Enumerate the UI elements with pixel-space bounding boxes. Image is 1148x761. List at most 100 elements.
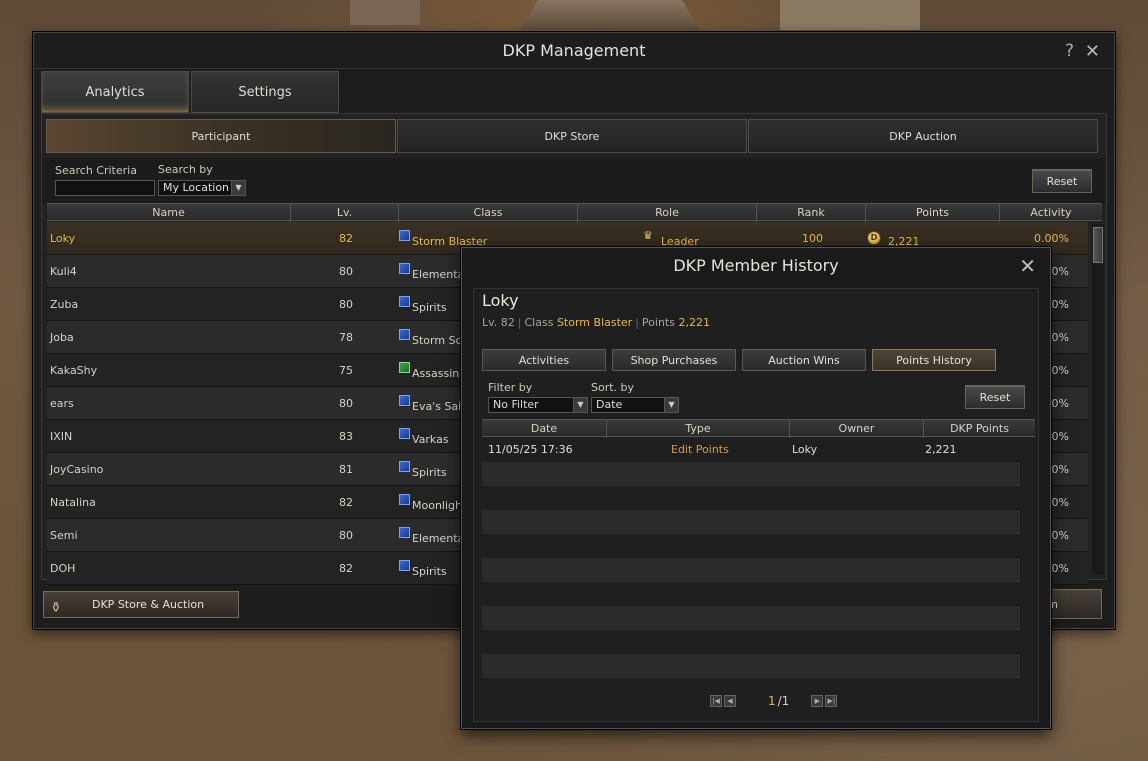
empty-row: [482, 534, 1020, 558]
history-type: Edit Points: [671, 443, 729, 456]
history-title: DKP Member History: [673, 256, 839, 275]
empty-row: [482, 630, 1020, 654]
background-stone: [350, 0, 420, 25]
header-class[interactable]: Class: [399, 204, 578, 222]
row-name: DOH: [50, 562, 76, 575]
header-role[interactable]: Role: [578, 204, 757, 222]
history-reset-button[interactable]: Reset: [965, 385, 1025, 409]
header-date[interactable]: Date: [482, 420, 607, 438]
next-page-icon[interactable]: ▶: [811, 695, 824, 707]
row-level: 82: [339, 232, 353, 245]
row-name: KakaShy: [50, 364, 98, 377]
background-stone: [780, 0, 920, 30]
row-level: 83: [339, 430, 353, 443]
row-level: 80: [339, 265, 353, 278]
table-scrollbar[interactable]: [1092, 224, 1104, 574]
close-icon[interactable]: ✕: [1085, 41, 1100, 62]
class-icon: [399, 461, 410, 472]
history-rows: 11/05/25 17:36 Edit Points Loky 2,221: [482, 438, 1020, 678]
sort-by-value: Date: [596, 398, 623, 411]
row-name: IXIN: [50, 430, 73, 443]
row-name: ears: [50, 397, 74, 410]
row-level: 82: [339, 496, 353, 509]
class-icon: [399, 329, 410, 340]
prev-page-icon[interactable]: ◀: [724, 695, 736, 707]
dkp-store-auction-button[interactable]: ⚱ DKP Store & Auction: [43, 591, 239, 618]
history-owner: Loky: [792, 443, 818, 456]
class-label: Class: [524, 316, 554, 329]
tab-auction-wins[interactable]: Auction Wins: [742, 349, 866, 371]
class-icon: [399, 362, 410, 373]
header-points[interactable]: Points: [866, 204, 1000, 222]
tab-analytics[interactable]: Analytics: [41, 71, 189, 113]
filter-by-select[interactable]: No Filter ▼: [488, 397, 588, 413]
row-class: Varkas: [412, 433, 449, 446]
crown-icon: ♛: [643, 229, 653, 242]
tab-dkp-auction[interactable]: DKP Auction: [748, 119, 1098, 153]
header-type[interactable]: Type: [607, 420, 790, 438]
history-panel: Loky Lv. 82 | Class Storm Blaster | Points 2…: [473, 288, 1039, 722]
sub-tabs: Participant DKP Store DKP Auction: [46, 119, 1099, 153]
header-owner[interactable]: Owner: [790, 420, 924, 438]
class-value: Storm Blaster: [556, 316, 633, 329]
empty-row: [482, 654, 1020, 678]
tab-points-history[interactable]: Points History: [872, 349, 996, 371]
search-criteria-input[interactable]: [55, 180, 155, 196]
member-name: Loky: [482, 291, 519, 310]
sort-by-label: Sort. by: [591, 381, 635, 394]
sort-by-select[interactable]: Date ▼: [591, 397, 679, 413]
row-level: 80: [339, 397, 353, 410]
search-by-select[interactable]: My Location ▼: [158, 180, 246, 196]
row-level: 80: [339, 529, 353, 542]
filter-by-value: No Filter: [493, 398, 539, 411]
header-name[interactable]: Name: [47, 204, 291, 222]
history-points: 2,221: [925, 443, 957, 456]
scroll-thumb[interactable]: [1093, 227, 1103, 263]
history-tabs: Activities Shop Purchases Auction Wins P…: [482, 349, 1002, 371]
tab-dkp-store[interactable]: DKP Store: [397, 119, 747, 153]
first-page-icon[interactable]: |◀: [710, 695, 722, 707]
tab-activities[interactable]: Activities: [482, 349, 606, 371]
header-level[interactable]: Lv.: [291, 204, 399, 222]
header-rank[interactable]: Rank: [757, 204, 866, 222]
search-by-value: My Location: [163, 181, 230, 194]
empty-row: [482, 582, 1020, 606]
search-criteria-label: Search Criteria: [55, 164, 137, 177]
header-activity[interactable]: Activity: [1000, 204, 1102, 222]
class-icon: [399, 494, 410, 505]
header-dkp-points[interactable]: DKP Points: [924, 420, 1035, 438]
row-name: Loky: [50, 232, 76, 245]
row-class: Assassin: [412, 367, 460, 380]
row-class: Spirits: [412, 565, 447, 578]
main-tabs: Analytics Settings: [41, 71, 341, 113]
row-level: 75: [339, 364, 353, 377]
last-page-icon[interactable]: ▶|: [825, 695, 838, 707]
row-name: Joba: [50, 331, 74, 344]
filter-by-label: Filter by: [488, 381, 533, 394]
row-name: JoyCasino: [50, 463, 104, 476]
close-icon[interactable]: ✕: [1019, 254, 1036, 278]
history-row[interactable]: 11/05/25 17:36 Edit Points Loky 2,221: [482, 438, 1020, 462]
dkp-store-auction-label: DKP Store & Auction: [92, 598, 205, 611]
tab-participant[interactable]: Participant: [46, 119, 396, 153]
dkp-coin-icon: D: [867, 231, 881, 245]
help-icon[interactable]: ?: [1065, 41, 1074, 61]
class-icon: [399, 296, 410, 307]
empty-row: [482, 558, 1020, 582]
row-level: 81: [339, 463, 353, 476]
points-label: Points: [641, 316, 675, 329]
class-icon: [399, 428, 410, 439]
reset-button[interactable]: Reset: [1032, 169, 1092, 193]
tab-shop-purchases[interactable]: Shop Purchases: [612, 349, 736, 371]
row-level: 82: [339, 562, 353, 575]
chevron-down-icon: ▼: [664, 398, 678, 412]
row-name: Kuli4: [50, 265, 77, 278]
class-icon: [399, 230, 410, 241]
chevron-down-icon: ▼: [231, 181, 245, 195]
tab-settings[interactable]: Settings: [191, 71, 339, 113]
empty-row: [482, 462, 1020, 486]
class-icon: [399, 395, 410, 406]
lv-value: 82: [500, 316, 515, 329]
page-current: 1: [768, 694, 776, 708]
right-bottom-button[interactable]: m: [1044, 589, 1102, 619]
